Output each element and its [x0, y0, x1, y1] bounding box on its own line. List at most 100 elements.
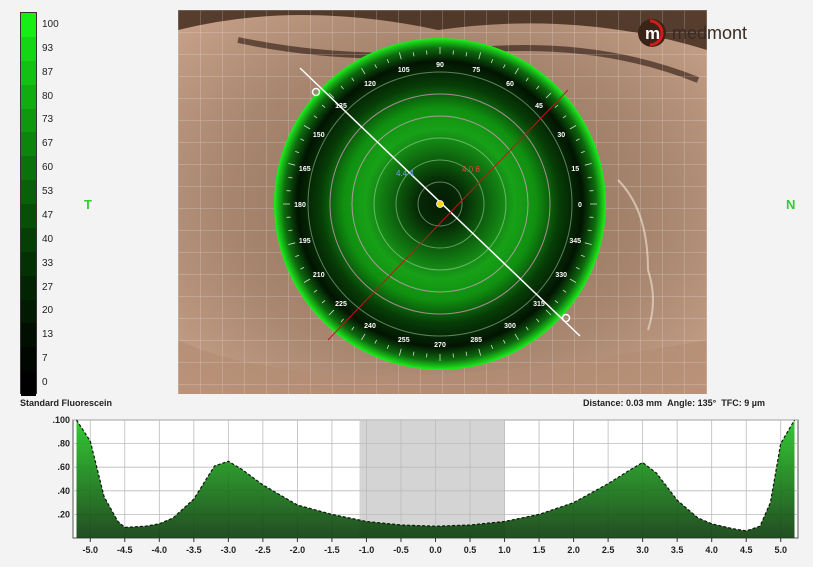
color-scale-bar — [20, 12, 37, 396]
x-tick-label: 4.5 — [740, 545, 753, 555]
x-tick-label: 1.0 — [498, 545, 511, 555]
angle-label: 255 — [398, 337, 410, 344]
x-tick-label: -0.5 — [393, 545, 409, 555]
color-scale-label: 73 — [42, 114, 54, 126]
profile-graph: -5.0 -4.5 -4.0 -3.5 -3.0 -2.5 -2.0 -1.5 -1.0 -0.5… — [18, 410, 810, 560]
measurement-readout: Distance: 0.03 mm Angle: 135° TFC: 9 µm — [583, 398, 765, 408]
angle-label: 180 — [294, 202, 306, 209]
angle-label: 105 — [398, 67, 410, 74]
distance-label: Distance: — [583, 398, 624, 408]
color-scale-swatch — [21, 347, 36, 372]
x-tick-label: 2.0 — [567, 545, 580, 555]
shaded-region — [359, 420, 505, 538]
angle-label: 195 — [299, 238, 311, 245]
color-scale-swatch — [21, 204, 36, 229]
angle-label: 60 — [506, 81, 514, 88]
angle-label: 345 — [569, 238, 581, 245]
color-scale-label: 47 — [42, 209, 54, 221]
color-scale-swatch — [21, 275, 36, 300]
color-scale-label: 27 — [42, 281, 54, 293]
angle-label: 315 — [533, 301, 545, 308]
color-scale-label: 33 — [42, 257, 54, 269]
color-scale-label: 20 — [42, 305, 54, 317]
angle-label: 210 — [313, 272, 325, 279]
color-scale-label: 80 — [42, 90, 54, 102]
color-scale-label: 7 — [42, 353, 48, 365]
y-tick-label: .20 — [57, 509, 70, 519]
x-tick-label: -4.0 — [152, 545, 168, 555]
angle-label: 225 — [335, 301, 347, 308]
x-tick-label: 0.0 — [429, 545, 442, 555]
x-tick-label: 3.0 — [636, 545, 649, 555]
color-scale-label: 67 — [42, 138, 54, 150]
angle-label: 330 — [555, 272, 567, 279]
profile-graph-svg: -5.0 -4.5 -4.0 -3.5 -3.0 -2.5 -2.0 -1.5 -1.0 -0.5… — [52, 415, 799, 555]
color-scale-label: 93 — [42, 42, 54, 54]
color-scale-label: 60 — [42, 162, 54, 174]
y-tick-label: .40 — [57, 486, 70, 496]
x-tick-label: -4.5 — [117, 545, 133, 555]
color-scale-label: 0 — [42, 377, 48, 389]
x-tick-label: -2.0 — [290, 545, 306, 555]
angle-label: 165 — [299, 166, 311, 173]
logo-text: medmont — [672, 23, 747, 43]
x-tick-label: -3.0 — [221, 545, 237, 555]
color-scale-swatch — [21, 156, 36, 181]
map-type-label: Standard Fluorescein — [20, 398, 113, 408]
color-scale-label: 53 — [42, 186, 54, 198]
angle-label: 270 — [434, 342, 446, 349]
distance-value: 0.03 mm — [626, 398, 663, 408]
x-tick-label: 4.0 — [705, 545, 718, 555]
color-scale-swatch — [21, 180, 36, 205]
x-tick-label: -3.5 — [186, 545, 202, 555]
y-tick-label: .100 — [52, 415, 70, 425]
color-scale-swatch — [21, 84, 36, 109]
angle-label: 120 — [364, 81, 376, 88]
color-scale-swatch — [21, 251, 36, 277]
angle-label: 75 — [472, 67, 480, 74]
x-tick-label: 3.5 — [671, 545, 684, 555]
color-scale-label: 13 — [42, 329, 54, 341]
center-marker[interactable] — [436, 200, 444, 208]
angle-label: Angle: — [667, 398, 696, 408]
angle-label: 45 — [535, 103, 543, 110]
color-scale-swatch — [21, 132, 36, 157]
color-scale-label: 87 — [42, 66, 54, 78]
color-scale-swatch — [21, 36, 36, 62]
x-tick-label: -1.0 — [359, 545, 375, 555]
eye-map-svg: 0153045607590105120135150165180195210225… — [178, 10, 707, 394]
x-tick-label: 1.5 — [533, 545, 546, 555]
angle-label: 0 — [578, 202, 582, 209]
angle-value: 135° — [697, 398, 717, 408]
x-tick-label: -1.5 — [324, 545, 340, 555]
right-readout: 4.0 6 — [462, 165, 480, 174]
color-scale-swatch — [21, 13, 36, 38]
x-tick-label: 5.0 — [774, 545, 787, 555]
angle-label: 90 — [436, 62, 444, 69]
tfc-label: TFC: — [721, 398, 742, 408]
x-tick-label: -5.0 — [83, 545, 99, 555]
color-scale-swatch — [21, 60, 36, 86]
y-tick-label: .60 — [57, 462, 70, 472]
angle-label: 150 — [313, 132, 325, 139]
angle-label: 285 — [470, 337, 482, 344]
angle-label: 15 — [571, 166, 579, 173]
eye-topography-map[interactable]: 0153045607590105120135150165180195210225… — [178, 10, 707, 394]
angle-label: 240 — [364, 323, 376, 330]
left-readout: 4.4 4 — [396, 169, 414, 178]
angle-label: 300 — [504, 323, 516, 330]
color-scale-swatch — [21, 323, 36, 348]
x-tick-label: 2.5 — [602, 545, 615, 555]
color-scale-swatch — [21, 299, 36, 324]
x-tick-label: 0.5 — [464, 545, 477, 555]
color-scale-swatch — [21, 371, 36, 396]
color-scale-label: 40 — [42, 233, 54, 245]
temporal-side-label: T — [84, 197, 92, 212]
y-tick-label: .80 — [57, 439, 70, 449]
color-scale-swatch — [21, 108, 36, 133]
angle-label: 30 — [557, 132, 565, 139]
medmont-logo: m medmont — [636, 18, 792, 48]
tfc-value: 9 µm — [744, 398, 765, 408]
color-scale-label: 100 — [42, 18, 59, 30]
x-tick-label: -2.5 — [255, 545, 271, 555]
